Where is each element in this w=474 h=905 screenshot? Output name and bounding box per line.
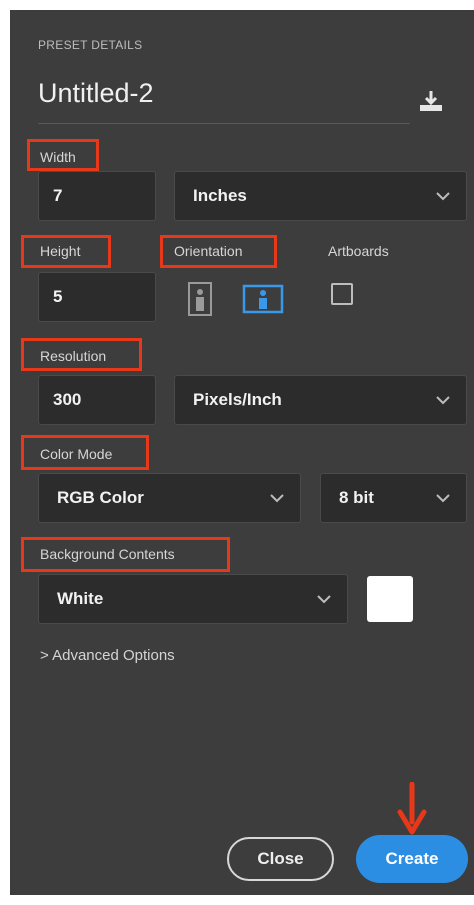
bit-depth-select[interactable]: 8 bit xyxy=(320,473,467,523)
portrait-orientation-icon[interactable] xyxy=(184,282,216,316)
width-unit-value: Inches xyxy=(193,186,247,205)
annotation-box-background-contents xyxy=(21,537,230,572)
width-input[interactable]: 7 xyxy=(38,171,156,221)
resolution-unit-value: Pixels/Inch xyxy=(193,390,282,409)
width-unit-select[interactable]: Inches xyxy=(174,171,467,221)
annotation-box-resolution xyxy=(21,338,142,371)
chevron-down-icon xyxy=(432,487,454,509)
create-button[interactable]: Create xyxy=(356,835,468,883)
resolution-unit-select[interactable]: Pixels/Inch xyxy=(174,375,467,425)
close-button[interactable]: Close xyxy=(227,837,334,881)
advanced-options-toggle[interactable]: > Advanced Options xyxy=(40,647,175,664)
annotation-box-width xyxy=(27,139,99,171)
artboards-checkbox[interactable] xyxy=(331,283,353,305)
save-preset-icon[interactable] xyxy=(418,88,444,114)
landscape-orientation-icon[interactable] xyxy=(242,282,284,316)
chevron-down-icon xyxy=(432,185,454,207)
annotation-box-orientation xyxy=(160,235,277,268)
title-underline xyxy=(38,123,410,124)
height-input[interactable]: 5 xyxy=(38,272,156,322)
annotation-box-height xyxy=(21,235,111,268)
color-mode-select[interactable]: RGB Color xyxy=(38,473,301,523)
resolution-input[interactable]: 300 xyxy=(38,375,156,425)
chevron-down-icon xyxy=(313,588,335,610)
bit-depth-value: 8 bit xyxy=(339,488,374,507)
chevron-down-icon xyxy=(266,487,288,509)
annotation-box-color-mode xyxy=(21,435,149,470)
background-color-swatch[interactable] xyxy=(367,576,413,622)
document-title[interactable]: Untitled-2 xyxy=(38,78,154,109)
new-document-preset-panel: PRESET DETAILS Untitled-2 Width 7 Inches… xyxy=(10,10,474,895)
artboards-label: Artboards xyxy=(328,243,389,259)
background-contents-value: White xyxy=(57,589,104,608)
color-mode-value: RGB Color xyxy=(57,488,144,507)
annotation-arrow xyxy=(394,781,430,840)
preset-details-label: PRESET DETAILS xyxy=(38,38,143,52)
chevron-down-icon xyxy=(432,389,454,411)
background-contents-select[interactable]: White xyxy=(38,574,348,624)
